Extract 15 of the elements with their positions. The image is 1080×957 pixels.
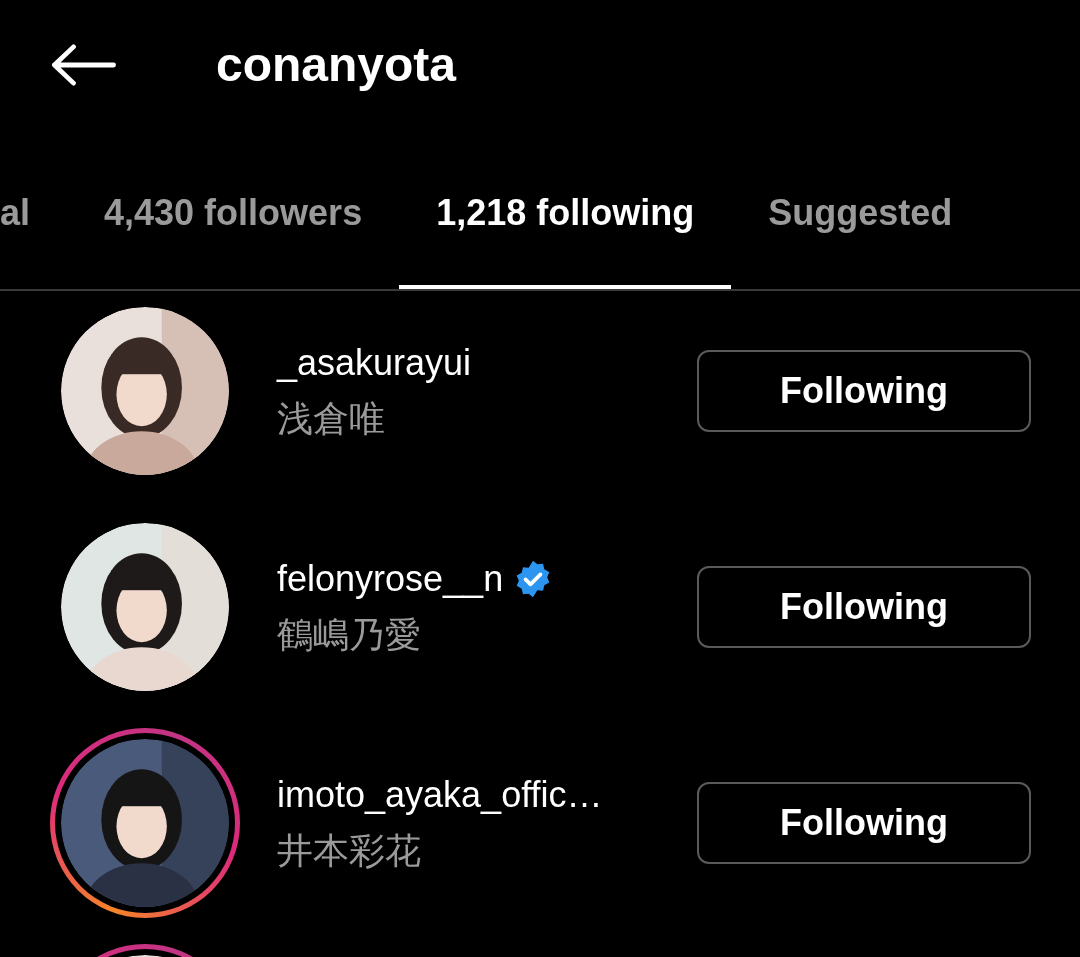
full-name: 浅倉唯 bbox=[277, 397, 386, 441]
tab[interactable]: al bbox=[0, 130, 68, 289]
back-arrow-icon[interactable] bbox=[50, 44, 118, 86]
full-name: 鶴嶋乃愛 bbox=[277, 613, 422, 657]
following-button[interactable]: Following bbox=[697, 566, 1031, 648]
full-name: 井本彩花 bbox=[277, 829, 422, 873]
profile-username: conanyota bbox=[216, 37, 457, 93]
username[interactable]: felonyrose__n bbox=[277, 552, 504, 606]
following-button[interactable]: Following bbox=[697, 782, 1031, 864]
following-button[interactable]: Following bbox=[697, 350, 1031, 432]
username[interactable]: _asakurayui bbox=[277, 336, 472, 390]
tab[interactable]: 4,430 followers bbox=[67, 130, 400, 289]
tab[interactable]: Suggested bbox=[731, 130, 990, 289]
tab[interactable]: 1,218 following bbox=[399, 130, 732, 289]
username[interactable]: imoto_ayaka_offic… bbox=[277, 768, 603, 822]
